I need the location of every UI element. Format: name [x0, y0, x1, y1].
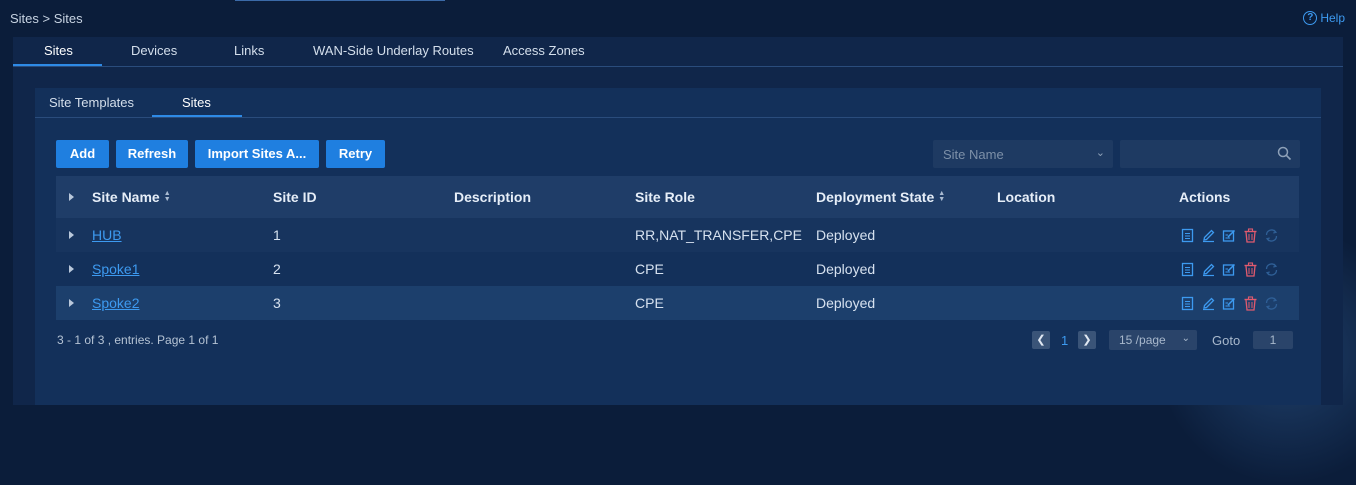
refresh-icon[interactable]	[1264, 262, 1279, 277]
sort-icon[interactable]: ▲ ▼	[938, 190, 945, 203]
next-page-button[interactable]: ❯	[1078, 331, 1096, 349]
site-role: RR,NAT_TRANSFER,CPE	[635, 227, 802, 243]
goto-page-input[interactable]: 1	[1253, 331, 1293, 349]
help-label: Help	[1320, 11, 1345, 25]
prev-page-button[interactable]: ❮	[1032, 331, 1050, 349]
table-row: HUB 1 RR,NAT_TRANSFER,CPE Deployed	[56, 218, 1299, 252]
col-deployment-state-label: Deployment State	[816, 189, 935, 205]
expand-all-icon[interactable]	[69, 193, 74, 201]
select-value: Site Name	[943, 147, 1004, 162]
subtab-sites[interactable]: Sites	[182, 95, 211, 110]
expand-row-icon[interactable]	[69, 231, 74, 239]
trash-icon[interactable]	[1243, 228, 1258, 243]
site-id: 1	[273, 227, 281, 243]
expand-row-icon[interactable]	[69, 299, 74, 307]
expand-row-icon[interactable]	[69, 265, 74, 273]
help-link[interactable]: ? Help	[1303, 11, 1345, 25]
tab-wan-side-underlay-routes[interactable]: WAN-Side Underlay Routes	[313, 43, 474, 58]
refresh-button[interactable]: Refresh	[116, 140, 188, 168]
document-icon[interactable]	[1180, 228, 1195, 243]
tab-devices[interactable]: Devices	[131, 43, 177, 58]
breadcrumb: Sites > Sites	[10, 11, 83, 26]
col-description: Description	[454, 189, 532, 205]
edit-box-icon[interactable]	[1222, 262, 1237, 277]
active-subtab-indicator	[152, 115, 242, 117]
site-id: 3	[273, 295, 281, 311]
sub-tab-bar: Site Templates Sites	[35, 88, 1321, 118]
site-role: CPE	[635, 261, 664, 277]
import-sites-button[interactable]: Import Sites A...	[195, 140, 319, 168]
site-name-link[interactable]: HUB	[92, 227, 122, 243]
refresh-icon[interactable]	[1264, 296, 1279, 311]
col-actions: Actions	[1179, 189, 1231, 205]
document-icon[interactable]	[1180, 296, 1195, 311]
document-icon[interactable]	[1180, 262, 1195, 277]
col-site-id: Site ID	[273, 189, 317, 205]
deployment-state: Deployed	[816, 227, 876, 243]
row-actions	[1180, 262, 1279, 277]
trash-icon[interactable]	[1243, 296, 1258, 311]
table-row: Spoke2 3 CPE Deployed	[56, 286, 1299, 320]
site-id: 2	[273, 261, 281, 277]
chevron-down-icon: ⌄	[1181, 333, 1190, 344]
pencil-icon[interactable]	[1201, 228, 1216, 243]
deployment-state: Deployed	[816, 295, 876, 311]
refresh-icon[interactable]	[1264, 228, 1279, 243]
table-header: Site Name ▲ ▼ Site ID Description Site Ro…	[56, 176, 1299, 218]
pagination-summary: 3 - 1 of 3 , entries. Page 1 of 1	[57, 333, 219, 347]
current-page[interactable]: 1	[1061, 333, 1068, 348]
add-button[interactable]: Add	[56, 140, 109, 168]
col-site-role: Site Role	[635, 189, 695, 205]
search-icon[interactable]	[1277, 146, 1292, 161]
col-site-name[interactable]: Site Name ▲ ▼	[92, 189, 171, 205]
tab-access-zones[interactable]: Access Zones	[503, 43, 585, 58]
trash-icon[interactable]	[1243, 262, 1258, 277]
search-box[interactable]	[1120, 140, 1300, 170]
subtab-site-templates[interactable]: Site Templates	[49, 95, 134, 110]
page-size-select[interactable]: 15 /page ⌄	[1109, 330, 1197, 350]
col-site-name-label: Site Name	[92, 189, 160, 205]
row-actions	[1180, 296, 1279, 311]
col-location: Location	[997, 189, 1056, 205]
page-size-value: 15 /page	[1119, 333, 1166, 347]
edit-box-icon[interactable]	[1222, 296, 1237, 311]
pencil-icon[interactable]	[1201, 262, 1216, 277]
active-tab-indicator	[13, 64, 102, 66]
col-deployment-state[interactable]: Deployment State ▲ ▼	[816, 189, 945, 205]
help-icon: ?	[1303, 11, 1318, 25]
tab-links[interactable]: Links	[234, 43, 264, 58]
edit-box-icon[interactable]	[1222, 228, 1237, 243]
pencil-icon[interactable]	[1201, 296, 1216, 311]
chevron-down-icon: ⌄	[1095, 147, 1105, 159]
tab-sites[interactable]: Sites	[44, 43, 73, 58]
goto-label: Goto	[1212, 333, 1241, 348]
site-name-link[interactable]: Spoke1	[92, 261, 139, 277]
table-row: Spoke1 2 CPE Deployed	[56, 252, 1299, 286]
search-input[interactable]	[1120, 140, 1280, 170]
deployment-state: Deployed	[816, 261, 876, 277]
row-actions	[1180, 228, 1279, 243]
top-accent-line	[235, 0, 445, 1]
site-name-link[interactable]: Spoke2	[92, 295, 139, 311]
search-field-select[interactable]: Site Name ⌄	[933, 140, 1113, 168]
main-tab-bar: Sites Devices Links WAN-Side Underlay Ro…	[13, 37, 1343, 67]
retry-button[interactable]: Retry	[326, 140, 385, 168]
sort-icon[interactable]: ▲ ▼	[164, 190, 171, 203]
site-role: CPE	[635, 295, 664, 311]
